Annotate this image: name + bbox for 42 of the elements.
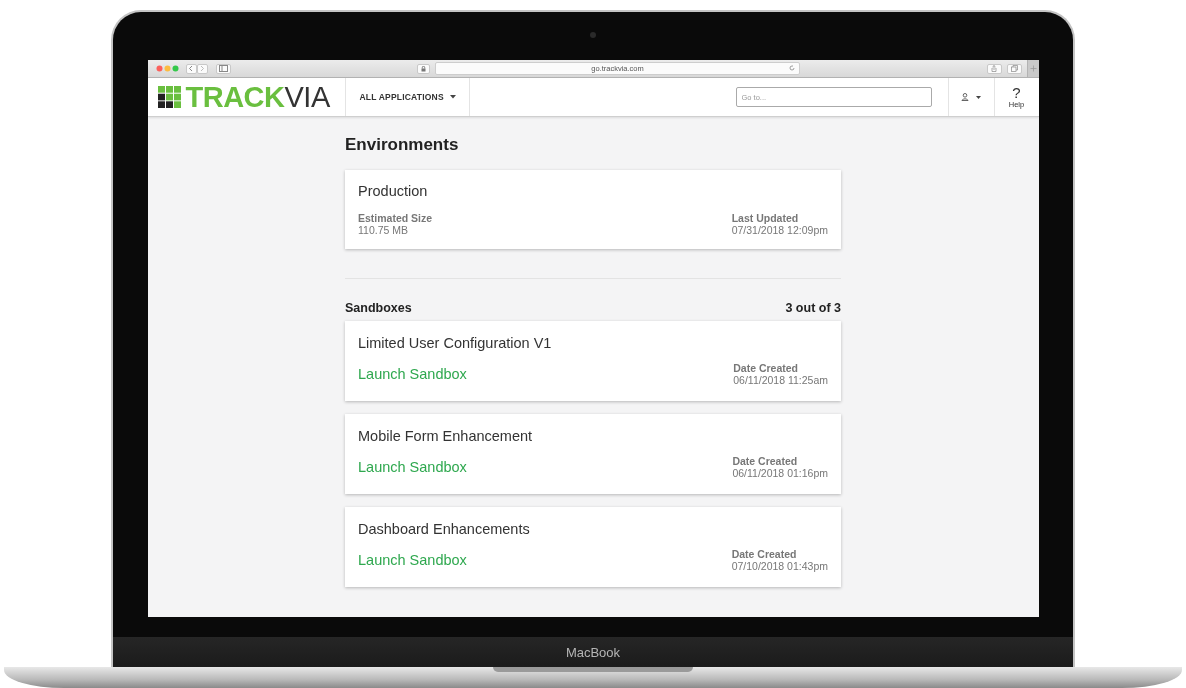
sandbox-name: Mobile Form Enhancement <box>358 427 534 445</box>
reload-icon[interactable] <box>789 64 795 71</box>
device-label: MacBook <box>565 644 621 660</box>
back-button[interactable] <box>185 63 197 74</box>
section-title: Sandboxes <box>345 300 412 316</box>
lock-button[interactable] <box>417 63 430 74</box>
share-icon <box>991 65 997 72</box>
logo-text[interactable]: VIA <box>284 81 330 113</box>
caret-icon <box>449 95 456 99</box>
field-label: Last Updated <box>731 212 800 224</box>
field-label: Date Created <box>731 548 798 560</box>
forward-button[interactable] <box>196 63 208 74</box>
field-label: Estimated Size <box>358 212 433 224</box>
sidebar-button[interactable] <box>215 63 231 74</box>
chevron-right-icon <box>199 65 205 72</box>
sandbox-name: Limited User Configuration V1 <box>358 334 553 352</box>
tabs-icon <box>1010 65 1018 72</box>
field-value: 06/11/2018 01:16pm <box>732 467 828 479</box>
lock-icon <box>421 65 426 72</box>
applications-menu[interactable]: ALL APPLICATIONS <box>345 78 470 116</box>
logo-grid-icon <box>157 86 181 108</box>
page-title: Environments <box>345 135 460 155</box>
field-value: 110.75 MB <box>358 224 409 236</box>
tabs-button[interactable] <box>1006 63 1022 74</box>
window-controls-icon[interactable] <box>155 65 179 72</box>
field-label: Date Created <box>732 455 799 467</box>
sandbox-name: Dashboard Enhancements <box>358 520 531 538</box>
user-icon <box>961 93 969 101</box>
sandbox-count: 3 out of 3 <box>785 300 841 316</box>
field-value: 06/11/2018 11:25am <box>733 374 828 386</box>
field-value: 07/10/2018 01:43pm <box>731 560 828 572</box>
field-label: Date Created <box>733 362 799 374</box>
chevron-left-icon <box>188 65 194 72</box>
field-value: 07/31/2018 12:09pm <box>731 224 828 236</box>
share-button[interactable] <box>986 63 1002 74</box>
environment-name: Production <box>358 182 429 200</box>
user-menu-button[interactable] <box>947 78 995 116</box>
new-tab-button[interactable] <box>1026 60 1039 77</box>
caret-icon <box>976 95 981 99</box>
sidebar-icon <box>218 65 228 72</box>
plus-icon <box>1029 65 1037 72</box>
camera-icon <box>590 32 596 38</box>
